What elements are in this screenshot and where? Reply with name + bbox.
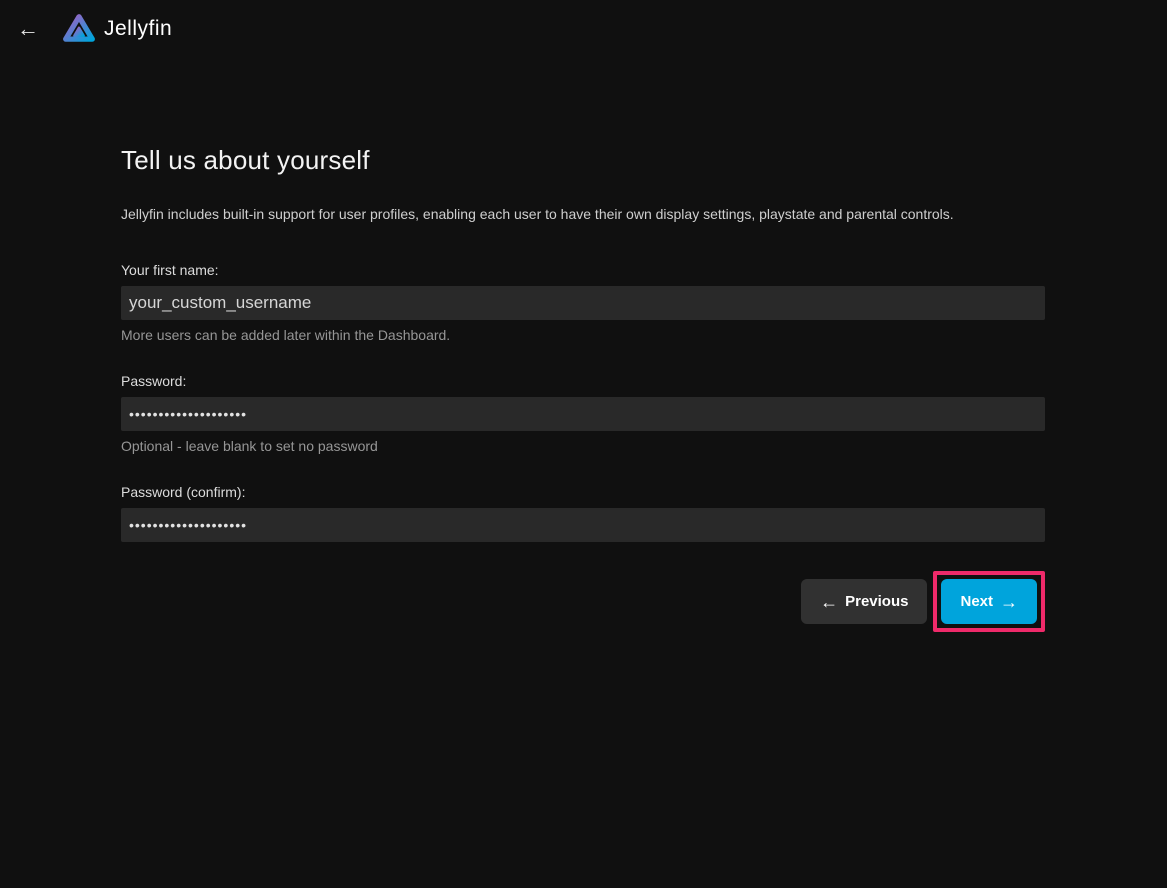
page-title: Tell us about yourself	[121, 145, 1045, 176]
password-confirm-field-group: Password (confirm):	[121, 484, 1045, 542]
first-name-input[interactable]	[121, 286, 1045, 320]
setup-wizard-page: ← Jellyfin Tell us about yourself Jellyf…	[0, 0, 1167, 888]
back-arrow-icon[interactable]: ←	[15, 16, 41, 42]
password-confirm-input[interactable]	[121, 508, 1045, 542]
next-button-label: Next	[960, 593, 993, 610]
app-title: Jellyfin	[104, 17, 172, 41]
user-setup-form: Tell us about yourself Jellyfin includes…	[121, 57, 1045, 632]
page-description: Jellyfin includes built-in support for u…	[121, 206, 1045, 222]
previous-button[interactable]: ← Previous	[801, 579, 927, 624]
first-name-helper-text: More users can be added later within the…	[121, 327, 1045, 343]
previous-button-label: Previous	[845, 593, 908, 610]
password-helper-text: Optional - leave blank to set no passwor…	[121, 438, 1045, 454]
jellyfin-logo-icon	[62, 12, 96, 46]
brand: Jellyfin	[62, 12, 172, 46]
arrow-right-icon: →	[1000, 593, 1018, 611]
password-input[interactable]	[121, 397, 1045, 431]
next-button[interactable]: Next →	[941, 579, 1037, 624]
password-confirm-label: Password (confirm):	[121, 484, 1045, 500]
first-name-label: Your first name:	[121, 262, 1045, 278]
arrow-left-icon: ←	[820, 593, 838, 611]
password-field-group: Password: Optional - leave blank to set …	[121, 373, 1045, 454]
first-name-field-group: Your first name: More users can be added…	[121, 262, 1045, 343]
next-button-highlight-annotation: Next →	[933, 571, 1045, 632]
app-header: ← Jellyfin	[0, 0, 1167, 57]
wizard-button-row: ← Previous Next →	[121, 571, 1045, 632]
password-label: Password:	[121, 373, 1045, 389]
